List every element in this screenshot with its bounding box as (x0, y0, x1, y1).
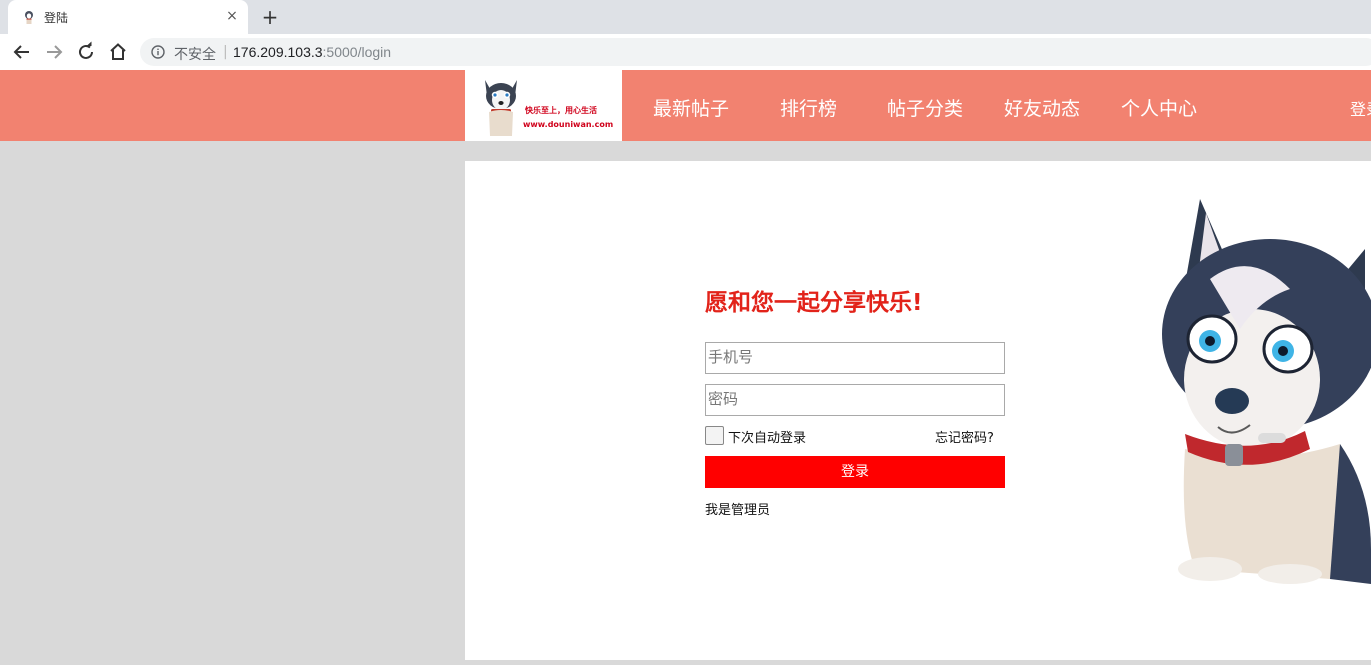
url-path: :5000/login (322, 44, 392, 60)
new-tab-button[interactable]: + (260, 6, 280, 28)
remember-checkbox[interactable] (705, 426, 724, 445)
husky-logo-icon (485, 80, 517, 136)
password-input[interactable] (706, 385, 998, 413)
login-slogan: 愿和您一起分享快乐! (705, 290, 923, 316)
forward-arrow-icon[interactable] (42, 40, 66, 64)
url-text[interactable]: 176.209.103.3:5000/login (233, 44, 391, 60)
browser-toolbar: 不安全 | 176.209.103.3:5000/login (0, 34, 1371, 70)
phone-input[interactable] (706, 343, 998, 371)
login-panel: 愿和您一起分享快乐! 下次自动登录 忘记密码? 登录 我是管理员 (465, 161, 1371, 660)
logo-slogan: 快乐至上，用心生活 (525, 106, 597, 115)
browser-tab[interactable]: 登陆 × (8, 0, 248, 34)
husky-mascot-image (1162, 199, 1371, 584)
back-arrow-icon[interactable] (10, 40, 34, 64)
login-button[interactable]: 登录 (705, 456, 1005, 488)
reload-icon[interactable] (74, 40, 98, 64)
tab-close-icon[interactable]: × (223, 7, 241, 25)
nav-item-ranking[interactable]: 排行榜 (780, 94, 837, 121)
nav-item-user-center[interactable]: 个人中心 (1121, 94, 1197, 121)
password-field (705, 384, 1005, 416)
url-host: 176.209.103.3 (233, 44, 323, 60)
address-separator: | (223, 44, 228, 60)
info-icon[interactable] (151, 45, 165, 59)
site-header: 快乐至上，用心生活 www.douniwan.com 最新帖子 排行榜 帖子分类… (0, 70, 1371, 141)
nav-item-latest-posts[interactable]: 最新帖子 (653, 94, 729, 121)
phone-field (705, 342, 1005, 374)
remember-label: 下次自动登录 (728, 431, 807, 446)
home-icon[interactable] (106, 40, 130, 64)
header-login-link[interactable]: 登录 (1350, 96, 1371, 120)
admin-login-link[interactable]: 我是管理员 (705, 499, 770, 518)
forgot-password-link[interactable]: 忘记密码? (935, 427, 994, 446)
logo-url: www.douniwan.com (523, 120, 614, 129)
nav-item-categories[interactable]: 帖子分类 (887, 94, 963, 121)
nav-item-friend-feed[interactable]: 好友动态 (1004, 94, 1080, 121)
address-bar[interactable]: 不安全 | 176.209.103.3:5000/login (140, 38, 1371, 66)
browser-tab-bar: 登陆 × + (0, 0, 1371, 34)
security-label: 不安全 (174, 47, 216, 63)
husky-favicon-icon (25, 11, 33, 24)
site-logo[interactable]: 快乐至上，用心生活 www.douniwan.com (465, 70, 622, 141)
tab-title: 登陆 (44, 11, 69, 25)
